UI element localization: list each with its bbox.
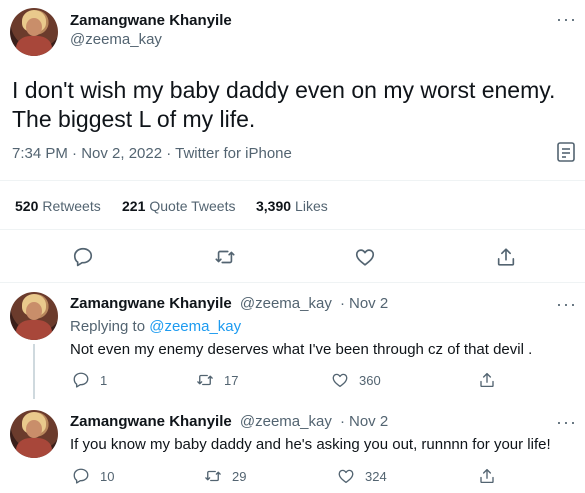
likes-stat[interactable]: 3,390 Likes: [256, 198, 328, 214]
like-count: 360: [359, 372, 381, 388]
tweet-actions: [0, 236, 585, 278]
reply-text: Not even my enemy deserves what I've bee…: [70, 341, 533, 358]
avatar[interactable]: [10, 410, 58, 458]
retweet-icon: [205, 470, 221, 482]
more-icon[interactable]: ···: [556, 10, 577, 28]
heart-icon[interactable]: [354, 246, 376, 268]
reply-button[interactable]: 10: [72, 467, 114, 485]
author-handle[interactable]: @zeema_kay: [240, 295, 332, 312]
retweet-icon: [197, 374, 213, 386]
reply-icon[interactable]: [72, 246, 94, 268]
tweet-text-line: I don't wish my baby daddy even on my wo…: [12, 77, 556, 103]
reply-count: 10: [100, 468, 115, 484]
retweets-count: 520: [15, 198, 39, 214]
quotes-stat[interactable]: 221 Quote Tweets: [122, 198, 236, 214]
share-button[interactable]: [478, 467, 496, 485]
retweet-count: 29: [232, 468, 247, 484]
reply-header: Zamangwane Khanyile @zeema_kay · Nov 2: [70, 413, 389, 430]
heart-icon: [338, 469, 354, 484]
reply-date[interactable]: Nov 2: [349, 295, 388, 312]
avatar[interactable]: [10, 8, 58, 56]
main-tweet: Zamangwane Khanyile @zeema_kay ··· I don…: [0, 0, 585, 283]
retweets-label: Retweets: [42, 198, 101, 214]
author-name[interactable]: Zamangwane Khanyile: [70, 413, 232, 430]
tweet-text-line: The biggest L of my life.: [12, 106, 256, 132]
retweet-icon[interactable]: [214, 246, 236, 268]
more-icon[interactable]: ···: [556, 295, 577, 313]
like-button[interactable]: 360: [331, 371, 381, 389]
tweet-meta[interactable]: 7:34 PM · Nov 2, 2022 · Twitter for iPho…: [12, 145, 292, 162]
avatar[interactable]: [10, 292, 58, 340]
reply-button[interactable]: 1: [72, 371, 107, 389]
retweet-button[interactable]: 17: [196, 371, 238, 389]
author-name[interactable]: Zamangwane Khanyile: [70, 295, 232, 312]
analytics-icon[interactable]: [556, 141, 576, 163]
reply-text: If you know my baby daddy and he's askin…: [70, 436, 551, 453]
reply-header: Zamangwane Khanyile @zeema_kay · Nov 2: [70, 295, 389, 312]
reply-icon: [73, 468, 89, 484]
share-icon: [480, 372, 494, 388]
quotes-label: Quote Tweets: [149, 198, 236, 214]
share-icon[interactable]: [495, 246, 517, 268]
retweet-count: 17: [224, 372, 239, 388]
more-icon[interactable]: ···: [556, 413, 577, 431]
reply-count: 1: [100, 372, 108, 388]
quotes-count: 221: [122, 198, 146, 214]
tweet-text: I don't wish my baby daddy even on my wo…: [12, 76, 572, 134]
share-button[interactable]: [478, 371, 496, 389]
like-button[interactable]: 324: [337, 467, 387, 485]
retweet-button[interactable]: 29: [204, 467, 246, 485]
retweets-stat[interactable]: 520 Retweets: [15, 198, 101, 214]
replying-to-mention[interactable]: @zeema_kay: [149, 318, 241, 335]
thread-line: [33, 344, 35, 399]
tweet-stats: 520 Retweets 221 Quote Tweets 3,390 Likes: [0, 180, 585, 230]
author-name[interactable]: Zamangwane Khanyile: [70, 12, 232, 29]
author-handle[interactable]: @zeema_kay: [70, 31, 162, 48]
replying-to: Replying to @zeema_kay: [70, 318, 242, 335]
reply-date[interactable]: Nov 2: [349, 413, 388, 430]
share-icon: [480, 468, 494, 484]
heart-icon: [332, 373, 348, 388]
author-handle[interactable]: @zeema_kay: [240, 413, 332, 430]
like-count: 324: [365, 468, 387, 484]
reply-icon: [73, 372, 89, 388]
likes-label: Likes: [295, 198, 328, 214]
likes-count: 3,390: [256, 198, 292, 214]
